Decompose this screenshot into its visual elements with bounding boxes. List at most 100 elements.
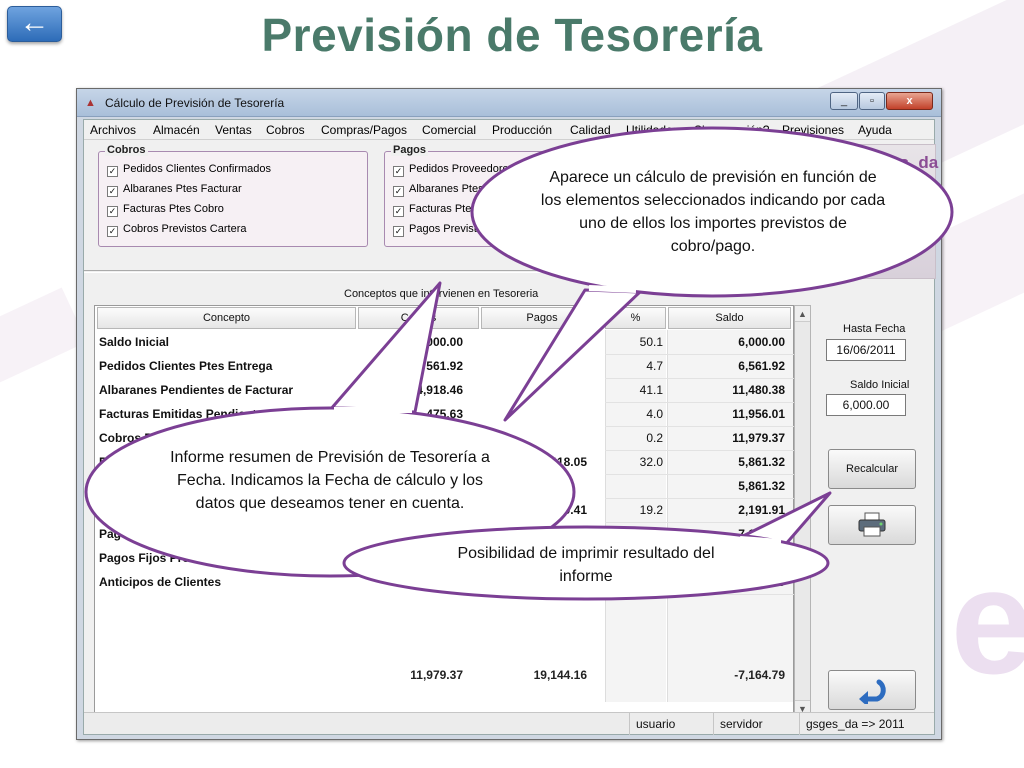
- menu-ventas[interactable]: Ventas: [215, 123, 252, 137]
- cell-pct: 32.0: [639, 455, 663, 469]
- menu-calidad[interactable]: Calidad: [570, 123, 611, 137]
- cell-saldo: 6,561.92: [738, 359, 785, 373]
- cell-cobros: 4,918.46: [416, 383, 463, 397]
- cell-pct: 4.0: [646, 407, 663, 421]
- menu-cobros[interactable]: Cobros: [266, 123, 305, 137]
- header-pagos[interactable]: Pagos: [481, 307, 603, 329]
- cell-saldo: 6,000.00: [738, 335, 785, 349]
- checkbox-pagos-previstos[interactable]: ✓ Pagos Previstos Cartera: [393, 223, 528, 237]
- slide-title: Previsión de Tesorería: [261, 9, 763, 61]
- check-icon: ✓: [393, 206, 404, 217]
- cell-saldo: 2,191.91: [738, 503, 785, 517]
- callout-top-text: Aparece un cálculo de previsión en funci…: [540, 169, 886, 255]
- header-saldo[interactable]: Saldo: [668, 307, 791, 329]
- check-icon: ✓: [107, 166, 118, 177]
- cell-concepto: Pagos Fijos Previstos: [99, 551, 224, 565]
- print-button[interactable]: [828, 505, 916, 545]
- hasta-fecha-input[interactable]: 16/06/2011: [826, 339, 906, 361]
- header-cobros[interactable]: Cobros: [358, 307, 479, 329]
- total-saldo: -7,164.79: [734, 668, 785, 682]
- menu-archivos[interactable]: Archivos: [90, 123, 136, 137]
- background-letter: e: [950, 537, 1024, 705]
- grid-line: [605, 594, 795, 595]
- header-concepto[interactable]: Concepto: [97, 307, 356, 329]
- close-button[interactable]: x: [886, 92, 933, 110]
- cell-concepto: Albaranes Pendientes de Facturar: [99, 383, 294, 397]
- menu-bar: Archivos Almacén Ventas Cobros Compras/P…: [84, 120, 934, 140]
- table-row[interactable]: Facturas Emitidas Pendientes Cobro 475.63…: [95, 402, 793, 426]
- checkbox-pedidos-clientes[interactable]: ✓ Pedidos Clientes Confirmados: [107, 163, 271, 177]
- cell-saldo: 5,861.32: [738, 455, 785, 469]
- checkbox-albaranes-ptes-facturar[interactable]: ✓ Albaranes Ptes Facturar: [107, 183, 242, 197]
- maximize-button[interactable]: ▫: [859, 92, 885, 110]
- totals-row: 11,979.37 19,144.16 -7,164.79: [95, 664, 793, 688]
- cobros-legend: Cobros: [105, 144, 148, 156]
- cell-pct: 50.1: [639, 335, 663, 349]
- header-pct[interactable]: %: [605, 307, 666, 329]
- cell-pct: 4.7: [646, 359, 663, 373]
- cell-concepto: Saldo Inicial: [99, 335, 170, 349]
- grid-scrollbar[interactable]: ▲ ▼: [794, 305, 811, 717]
- menu-ayuda[interactable]: Ayuda: [858, 123, 892, 137]
- cell-concepto: Cobros Previstos en Cartera: [99, 431, 262, 445]
- menu-previsiones[interactable]: Previsiones: [782, 123, 844, 137]
- checkbox-facturas-ptes-pago[interactable]: ✓ Facturas Ptes Pago: [393, 203, 506, 217]
- menu-utilidades[interactable]: Utilidades: [626, 123, 679, 137]
- menu-produccion[interactable]: Producción: [492, 123, 552, 137]
- background-band: [0, 287, 88, 393]
- check-icon: ✓: [393, 186, 404, 197]
- cell-saldo: 5,861.32: [738, 479, 785, 493]
- cell-pagos: 3,669.41: [540, 503, 587, 517]
- cobros-group: Cobros ✓ Pedidos Clientes Confirmados ✓ Al…: [98, 144, 368, 247]
- checkbox-cobros-previstos[interactable]: ✓ Cobros Previstos Cartera: [107, 223, 247, 237]
- menu-almacen[interactable]: Almacén: [153, 123, 200, 137]
- scroll-up-icon[interactable]: ▲: [795, 306, 810, 322]
- menu-compras-pagos[interactable]: Compras/Pagos: [321, 123, 407, 137]
- table-row[interactable]: Saldo Inicial 6,000.00 50.1 6,000.00: [95, 330, 793, 354]
- cell-pagos: 6,118.05: [540, 455, 587, 469]
- back-button[interactable]: [828, 670, 916, 710]
- cell-concepto: Pagos Previstos en Cartera: [99, 527, 256, 541]
- status-bar: usuario servidor gsges_da => 2011: [84, 712, 936, 735]
- menu-comercial[interactable]: Comercial: [422, 123, 476, 137]
- cell-cobros: 6,000.00: [416, 335, 463, 349]
- table-row[interactable]: Albaranes Pendientes de Facturar 4,918.46…: [95, 378, 793, 402]
- cell-saldo: -7,164.79: [734, 527, 785, 541]
- total-cobros: 11,979.37: [410, 668, 463, 682]
- cell-saldo: 11,480.38: [732, 383, 785, 397]
- printer-icon: [858, 512, 886, 537]
- divider: [84, 270, 814, 273]
- callout-bottom-text: Posibilidad de imprimir resultado del in…: [457, 545, 715, 585]
- check-icon: ✓: [107, 206, 118, 217]
- checkbox-pedidos-proveedores[interactable]: ✓ Pedidos Proveedores: [393, 163, 514, 177]
- minimize-button[interactable]: _: [830, 92, 858, 110]
- checkbox-albaranes-ptes-recibir[interactable]: ✓ Albaranes Ptes Recibir Fra: [393, 183, 540, 197]
- cell-saldo: 11,956.01: [732, 407, 785, 421]
- undo-arrow-icon: [859, 679, 886, 707]
- saldo-inicial-label: Saldo Inicial: [850, 379, 910, 391]
- cell-cobros: 23.36: [432, 431, 463, 445]
- pagos-legend: Pagos: [391, 144, 429, 156]
- status-server: servidor: [713, 713, 799, 735]
- cell-concepto: Anticipos de Clientes: [99, 575, 222, 589]
- window-title: Cálculo de Previsión de Tesorería: [105, 96, 285, 110]
- grid-title: Conceptos que intervienen en Tesoreria: [344, 288, 539, 300]
- check-icon: ✓: [107, 226, 118, 237]
- checkbox-facturas-ptes-cobro[interactable]: ✓ Facturas Ptes Cobro: [107, 203, 224, 217]
- cell-concepto: Pedidos Clientes Ptes Entrega: [99, 359, 273, 373]
- window-titlebar: ▲ Cálculo de Previsión de Tesorería _ ▫ …: [77, 89, 941, 117]
- total-pagos: 19,144.16: [533, 668, 587, 682]
- table-row[interactable]: Pedidos Clientes Ptes Entrega 561.92 4.7 6,…: [95, 354, 793, 378]
- cell-cobros: 561.92: [426, 359, 463, 373]
- callout-left-text: Informe resumen de Previsión de Tesorerí…: [170, 449, 490, 512]
- saldo-inicial-input[interactable]: 6,000.00: [826, 394, 906, 416]
- cell-cobros: 475.63: [426, 407, 463, 421]
- check-icon: ✓: [393, 226, 404, 237]
- app-icon: ▲: [85, 97, 96, 109]
- cell-pct: 19.2: [639, 503, 663, 517]
- check-icon: ✓: [107, 186, 118, 197]
- check-icon: ✓: [393, 166, 404, 177]
- recalcular-button[interactable]: Recalcular: [828, 449, 916, 489]
- menu-sin-conexion[interactable]: Sin conexión?: [694, 123, 769, 137]
- status-db: gsges_da => 2011: [799, 713, 936, 735]
